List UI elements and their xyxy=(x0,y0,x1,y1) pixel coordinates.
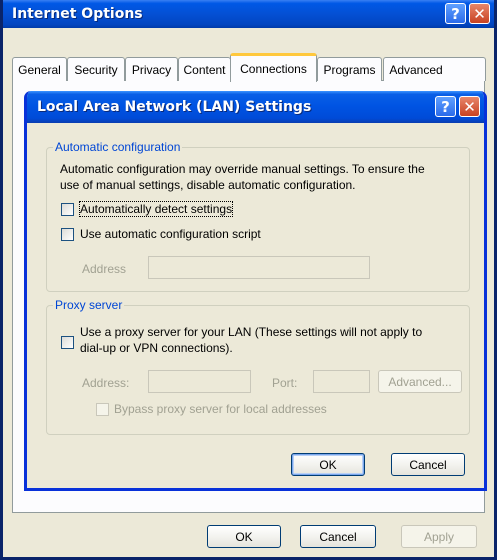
auto-config-script-label[interactable]: Use automatic configuration script xyxy=(80,227,261,241)
outer-title-bar[interactable]: Internet Options ? ✕ xyxy=(3,0,494,28)
outer-window-title: Internet Options xyxy=(12,6,143,22)
use-proxy-label-line2[interactable]: dial-up or VPN connections). xyxy=(80,341,233,355)
auto-config-description-line2: use of manual settings, disable automati… xyxy=(60,178,356,192)
proxy-port-input[interactable] xyxy=(313,370,370,393)
use-proxy-label-line1[interactable]: Use a proxy server for your LAN (These s… xyxy=(80,325,422,339)
tab-privacy[interactable]: Privacy xyxy=(125,57,178,81)
proxy-advanced-button[interactable]: Advanced... xyxy=(378,370,462,393)
outer-ok-button[interactable]: OK xyxy=(207,525,281,548)
outer-close-icon[interactable]: ✕ xyxy=(469,3,490,24)
tab-security[interactable]: Security xyxy=(67,57,125,81)
auto-config-address-input[interactable] xyxy=(148,256,370,279)
tab-general[interactable]: General xyxy=(12,57,67,81)
auto-config-script-checkbox[interactable] xyxy=(61,228,74,241)
auto-config-description-line1: Automatic configuration may override man… xyxy=(60,162,425,176)
automatic-configuration-legend: Automatic configuration xyxy=(53,140,183,154)
tab-programs[interactable]: Programs xyxy=(317,57,382,81)
lan-settings-dialog: Local Area Network (LAN) Settings ? ✕ Au… xyxy=(24,91,487,491)
bypass-local-label[interactable]: Bypass proxy server for local addresses xyxy=(114,402,327,416)
auto-config-address-label: Address xyxy=(82,262,127,276)
outer-help-icon[interactable]: ? xyxy=(445,3,466,24)
dialog-title: Local Area Network (LAN) Settings xyxy=(37,99,312,115)
use-proxy-checkbox[interactable] xyxy=(61,336,74,349)
tab-advanced[interactable]: Advanced xyxy=(383,57,486,81)
auto-detect-checkbox[interactable] xyxy=(61,203,74,216)
proxy-port-label: Port: xyxy=(272,376,298,390)
bypass-local-checkbox[interactable] xyxy=(96,403,109,416)
auto-detect-label[interactable]: Automatically detect settings xyxy=(78,201,234,217)
dialog-cancel-button[interactable]: Cancel xyxy=(391,453,465,476)
dialog-title-bar[interactable]: Local Area Network (LAN) Settings ? ✕ xyxy=(27,91,484,123)
proxy-address-input[interactable] xyxy=(148,370,251,393)
tab-connections[interactable]: Connections xyxy=(230,53,317,82)
outer-apply-button[interactable]: Apply xyxy=(401,525,477,548)
proxy-server-legend: Proxy server xyxy=(53,298,125,312)
dialog-close-icon[interactable]: ✕ xyxy=(459,96,480,117)
proxy-address-label: Address: xyxy=(82,376,130,390)
dialog-help-icon[interactable]: ? xyxy=(435,96,456,117)
proxy-server-group: Proxy server Use a proxy server for your… xyxy=(46,298,470,435)
outer-cancel-button[interactable]: Cancel xyxy=(300,525,376,548)
automatic-configuration-group: Automatic configuration Automatic config… xyxy=(46,140,470,292)
tab-content[interactable]: Content xyxy=(178,57,231,81)
dialog-ok-button[interactable]: OK xyxy=(291,453,365,476)
